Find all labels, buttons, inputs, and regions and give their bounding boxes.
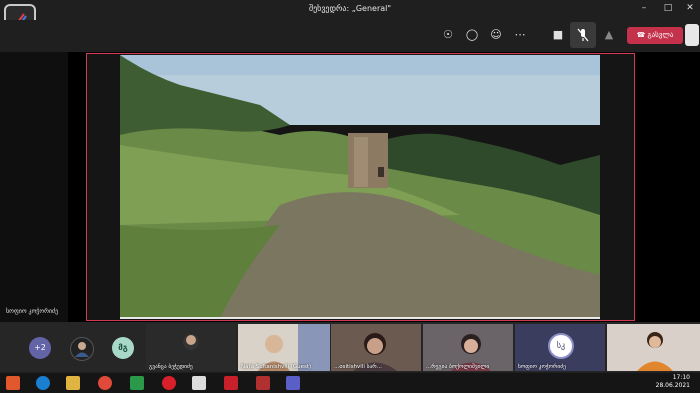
presentation-icon[interactable] bbox=[256, 376, 270, 390]
participant-video-tile[interactable] bbox=[0, 52, 68, 322]
participant-name: Nata Sultanishvili (Guest) bbox=[241, 364, 312, 370]
browser-ie-icon[interactable] bbox=[36, 376, 50, 390]
opera-icon[interactable] bbox=[162, 376, 176, 390]
window-title: შეხვედრა: „General" bbox=[308, 4, 392, 13]
start-icon[interactable] bbox=[6, 376, 20, 390]
chrome-icon[interactable] bbox=[98, 376, 112, 390]
file-explorer-icon[interactable] bbox=[66, 376, 80, 390]
shared-photo bbox=[120, 55, 600, 319]
participant-tile[interactable]: სკ სოფიო კოჭორიძე bbox=[515, 324, 605, 371]
camera-icon[interactable]: ■ bbox=[549, 27, 567, 43]
more-options-icon[interactable]: ⋯ bbox=[511, 27, 529, 43]
app-badge-icon[interactable] bbox=[685, 24, 699, 46]
teams-icon[interactable] bbox=[286, 376, 300, 390]
leave-button[interactable]: ☎ გასვლა bbox=[627, 27, 683, 44]
participant-name: სოფიო კოჭორიძე bbox=[6, 308, 59, 315]
overflow-participants-badge[interactable]: +2 bbox=[29, 337, 51, 359]
participant-name: გვანცა ბეჭედიძე bbox=[149, 364, 193, 370]
minimize-icon[interactable]: – bbox=[634, 3, 654, 13]
participant-tile[interactable] bbox=[607, 324, 700, 371]
chat-app-icon[interactable] bbox=[192, 376, 206, 390]
participant-tile[interactable]: ...ositishvili სარ... bbox=[331, 324, 421, 371]
muted-mic-icon bbox=[577, 28, 589, 42]
store-icon[interactable] bbox=[130, 376, 144, 390]
participants-icon[interactable]: ☉ bbox=[439, 27, 457, 43]
avatar[interactable] bbox=[70, 337, 94, 361]
maximize-icon[interactable]: □ bbox=[658, 3, 678, 13]
clock-time: 17:10 bbox=[672, 374, 690, 381]
system-clock: 17:10 28.06.2021 bbox=[656, 374, 690, 390]
mute-microphone-button[interactable] bbox=[570, 22, 596, 48]
title-bar: შეხვედრა: „General" – □ ✕ bbox=[0, 0, 700, 20]
participant-tile[interactable]: გვანცა ბეჭედიძე bbox=[146, 324, 236, 371]
participant-name: ...რეგია ბოქოლიშვილი bbox=[426, 364, 490, 370]
chat-icon[interactable]: ◯ bbox=[463, 27, 481, 43]
phone-icon: ☎ bbox=[636, 31, 648, 39]
close-icon[interactable]: ✕ bbox=[680, 3, 700, 13]
participant-name: ...ositishvili სარ... bbox=[334, 364, 382, 370]
clock-date: 28.06.2021 bbox=[655, 382, 690, 389]
participant-tile[interactable]: Nata Sultanishvili (Guest) bbox=[238, 324, 330, 371]
participant-name: სოფიო კოჭორიძე bbox=[518, 364, 566, 370]
share-tray-icon[interactable]: ▲ bbox=[600, 27, 618, 43]
reactions-icon[interactable]: ☺ bbox=[487, 27, 505, 43]
avatar-initials[interactable]: მგ bbox=[112, 337, 134, 359]
participant-tile[interactable]: ...რეგია ბოქოლიშვილი bbox=[423, 324, 513, 371]
pdf-reader-icon[interactable] bbox=[224, 376, 238, 390]
avatar-initials: სკ bbox=[548, 333, 574, 359]
